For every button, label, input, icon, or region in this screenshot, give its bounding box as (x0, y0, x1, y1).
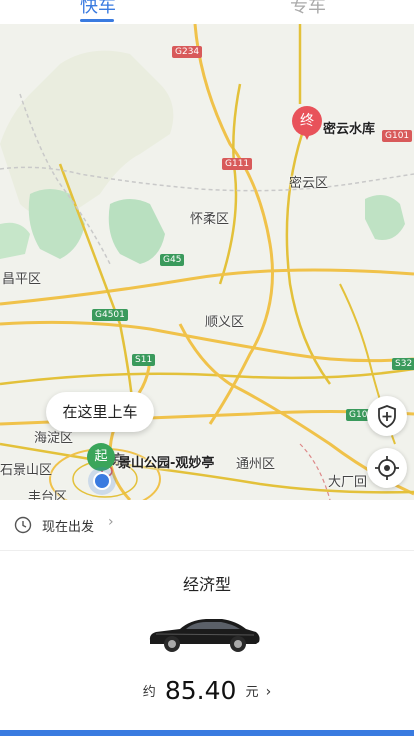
map-view[interactable]: G234 G101 G111 G45 G4501 S11 S32 G102 密云… (0, 24, 414, 500)
road-shield-g101: G101 (382, 130, 413, 142)
pickup-marker[interactable]: 起 (87, 443, 115, 471)
price-unit: 元 (245, 685, 259, 700)
place-huairou: 怀柔区 (190, 212, 230, 227)
road-shield-g111: G111 (222, 158, 253, 170)
chevron-right-icon: › (265, 684, 272, 700)
road-shield-g234: G234 (172, 46, 203, 58)
pickup-bubble[interactable]: 在这里上车 (46, 392, 154, 432)
road-shield-g4501: G4501 (92, 309, 128, 321)
price-value: 85.40 (164, 676, 237, 705)
tab-premier[interactable]: 专车 (290, 0, 326, 18)
place-dachang: 大厂回 (328, 475, 368, 490)
depart-time-selector[interactable]: 现在出发 › (0, 500, 414, 551)
place-miyun-district: 密云区 (289, 176, 329, 191)
place-tongzhou: 通州区 (236, 457, 276, 472)
place-shunyi: 顺义区 (205, 315, 245, 330)
pickup-label: 景山公园-观妙亭 (118, 456, 215, 471)
car-type-label: 经济型 (182, 575, 231, 594)
destination-label: 密云水库 (323, 122, 376, 137)
price-prefix: 约 (142, 685, 156, 700)
tab-express[interactable]: 快车 (80, 0, 116, 18)
active-tab-indicator (80, 19, 114, 22)
depart-label: 现在出发 (42, 520, 95, 535)
place-changping: 昌平区 (2, 272, 42, 287)
current-location-dot (93, 472, 111, 490)
safety-button[interactable] (367, 396, 407, 436)
price-estimate[interactable]: 约 85.40 元 › (0, 676, 414, 705)
place-shijingshan: 石景山区 (0, 463, 53, 478)
top-tab-bar: 快车 专车 (0, 0, 414, 24)
road-shield-g45: G45 (160, 254, 185, 266)
bottom-action-bar[interactable] (0, 730, 414, 736)
place-fengtai: 丰台区 (28, 490, 68, 500)
shield-plus-icon (378, 405, 396, 429)
road-shield-s32: S32 (392, 358, 414, 370)
locate-button[interactable] (367, 448, 407, 488)
clock-icon (14, 516, 32, 534)
chevron-right-icon: › (108, 514, 114, 530)
road-shield-s11: S11 (132, 354, 156, 366)
destination-marker[interactable]: 终 (292, 106, 322, 140)
ride-panel: 现在出发 › 经济型 约 85.40 元 › (0, 500, 414, 736)
sedan-car-icon (149, 619, 260, 652)
locate-crosshair-icon (375, 456, 399, 480)
